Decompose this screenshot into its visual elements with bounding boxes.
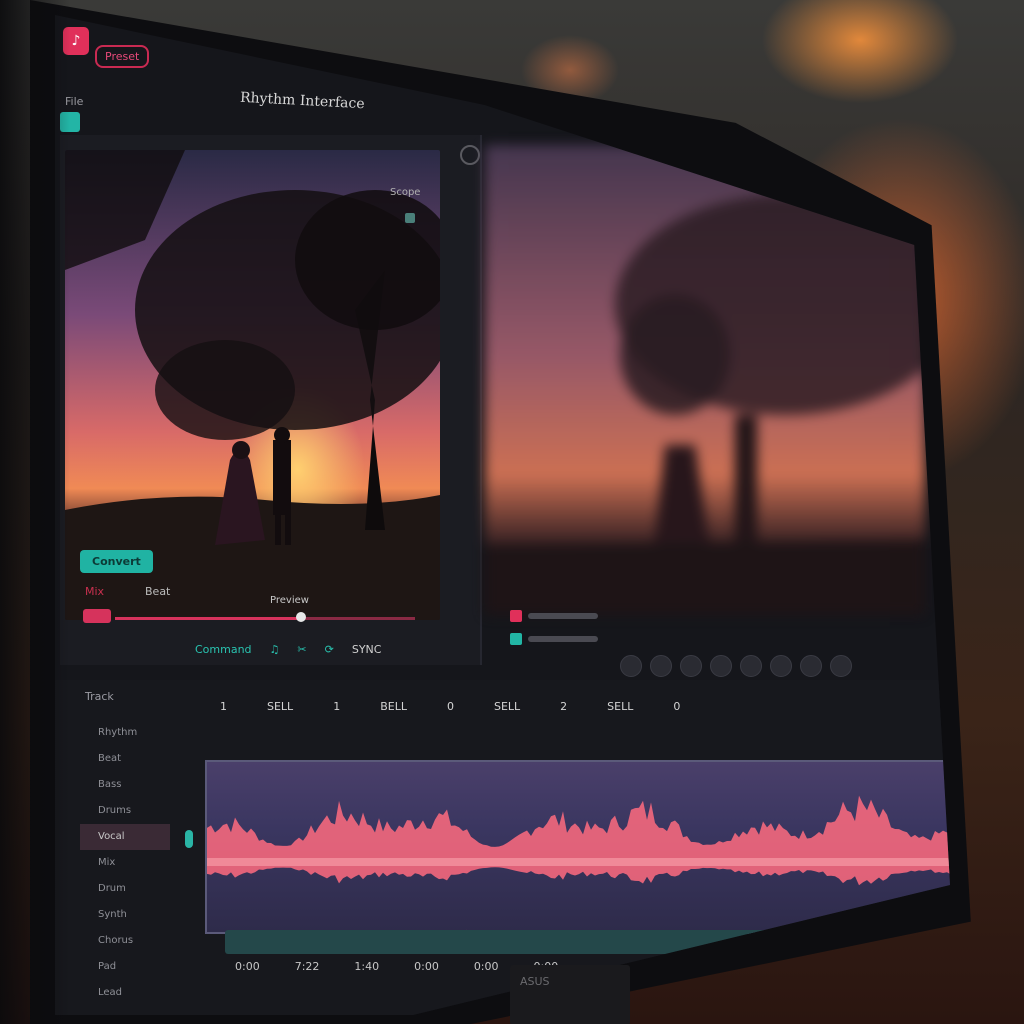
track-item[interactable]: Drums	[80, 798, 170, 824]
control-bar: Command ♫ ✂ ⟳ SYNC	[195, 643, 381, 656]
transport-button[interactable]	[830, 655, 852, 677]
status-bar-1	[528, 613, 598, 619]
transport-button[interactable]	[710, 655, 732, 677]
ruler-label: 2	[560, 700, 568, 713]
track-item[interactable]: Lead	[80, 980, 170, 1006]
window-title: Rhythm Interface	[239, 89, 365, 113]
track-list-title: Track	[85, 690, 114, 703]
timeline-area: Track Rhythm Beat Bass Drums Vocal Mix D…	[55, 680, 950, 1015]
track-item[interactable]: Bass	[80, 772, 170, 798]
red-status-icon	[510, 610, 522, 622]
scope-icon[interactable]	[405, 213, 415, 223]
waveform-fill	[207, 795, 950, 886]
track-item[interactable]: Pad	[80, 954, 170, 980]
transport-button[interactable]	[800, 655, 822, 677]
ruler-label: BELL	[380, 700, 407, 713]
waveform-graphic	[207, 795, 950, 886]
ruler-label: SELL	[607, 700, 634, 713]
ruler-label: 0	[673, 700, 681, 713]
track-item[interactable]: Mix	[80, 850, 170, 876]
right-status-row	[510, 610, 598, 622]
right-status-row-2	[510, 633, 598, 645]
monitor-stand: ASUS	[510, 965, 630, 1024]
track-item[interactable]: Beat	[80, 746, 170, 772]
photo-scene: ♪ Preset File Rhythm Interface Scope Con…	[0, 0, 1024, 1024]
track-item[interactable]: Synth	[80, 902, 170, 928]
command-button[interactable]: Command	[195, 643, 252, 656]
time-label: 0:00	[235, 960, 260, 973]
track-item[interactable]: Rhythm	[80, 720, 170, 746]
ruler-label: SELL	[493, 700, 521, 713]
ruler-label: SELL	[267, 700, 294, 713]
timeline-ruler: 1 SELL 1 BELL 0 SELL 2 SELL 0	[220, 700, 680, 713]
transport-button[interactable]	[620, 655, 642, 677]
track-item[interactable]: Drum	[80, 876, 170, 902]
convert-button[interactable]: Convert	[80, 550, 153, 573]
time-label: 1:40	[354, 960, 380, 973]
left-preview-panel	[60, 135, 482, 665]
scissor-icon[interactable]: ✂	[297, 643, 306, 656]
sync-icon[interactable]: ⟳	[325, 643, 334, 656]
scope-label: Scope	[390, 187, 421, 198]
audio-waveform[interactable]	[205, 760, 950, 934]
time-label: 7:22	[294, 960, 320, 973]
teal-status-icon	[510, 633, 522, 645]
transport-button[interactable]	[740, 655, 762, 677]
track-list: Rhythm Beat Bass Drums Vocal Mix Drum Sy…	[80, 720, 170, 1006]
preset-pill[interactable]: Preset	[95, 45, 150, 68]
transport-button[interactable]	[770, 655, 792, 677]
playback-slider[interactable]	[115, 617, 415, 620]
track-item[interactable]: Chorus	[80, 928, 170, 954]
status-bar-2	[528, 636, 598, 642]
mix-label[interactable]: Mix	[85, 585, 104, 598]
transport-button[interactable]	[680, 655, 702, 677]
track-handle[interactable]	[185, 830, 193, 848]
record-chip[interactable]	[83, 609, 111, 623]
ruler-label: 1	[333, 700, 341, 713]
brand-label: ASUS	[520, 975, 550, 988]
playback-slider-thumb[interactable]	[296, 612, 306, 622]
ruler-label: 1	[220, 700, 227, 713]
beat-label[interactable]: Beat	[145, 585, 170, 598]
time-label: 0:00	[414, 960, 439, 973]
music-note-icon[interactable]: ♫	[270, 643, 280, 656]
preview-label: Preview	[270, 595, 309, 606]
settings-circle-icon[interactable]	[460, 145, 480, 165]
track-item-active[interactable]: Vocal	[80, 824, 170, 850]
edge-blur	[0, 0, 70, 1024]
sync-status-label: SYNC	[351, 643, 382, 656]
transport-button[interactable]	[650, 655, 672, 677]
time-label: 0:00	[473, 960, 499, 973]
transport-buttons	[620, 655, 852, 677]
waveform-center-glow	[207, 858, 950, 866]
ruler-label: 0	[446, 700, 454, 713]
